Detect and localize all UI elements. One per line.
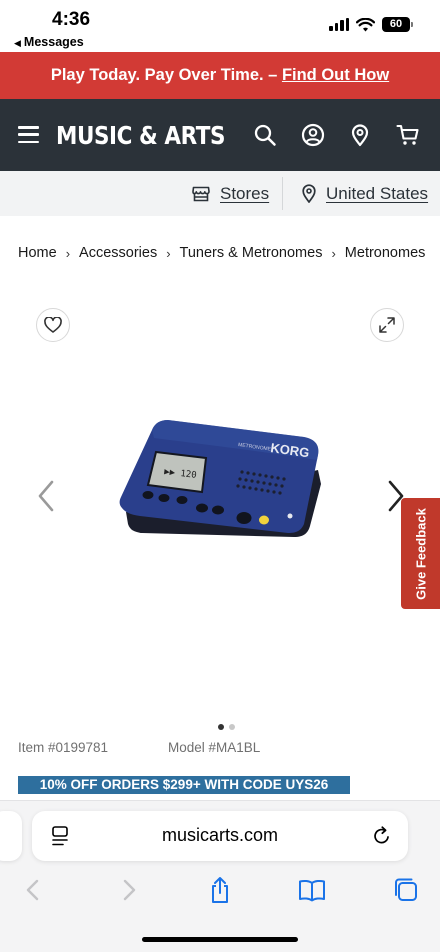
country-selector[interactable]: United States [302,171,428,216]
previous-tab-preview[interactable] [0,811,22,861]
store-bar-divider [282,177,283,210]
status-bar: 4:36 ◀ Messages 60 [0,0,440,52]
promo-link[interactable]: Find Out How [282,66,389,84]
tabs-icon[interactable] [392,876,420,904]
share-icon[interactable] [206,876,234,904]
promo-text: Play Today. Pay Over Time. – [50,66,282,84]
previous-image-arrow[interactable] [36,478,56,514]
wifi-icon [356,17,375,31]
cart-icon[interactable] [396,123,420,147]
cellular-signal-icon [329,18,349,31]
expand-image-button[interactable] [370,308,404,342]
stores-label: Stores [220,183,270,203]
chevron-right-icon: › [331,245,336,261]
forward-icon[interactable] [114,876,142,904]
breadcrumb-metronomes[interactable]: Metronomes [345,245,426,261]
location-pin-icon[interactable] [348,123,372,147]
store-locator-bar: Stores United States [0,171,440,216]
stores-link[interactable]: Stores [192,171,269,216]
back-triangle-icon: ◀ [14,38,21,48]
wishlist-button[interactable] [36,308,70,342]
breadcrumb-accessories[interactable]: Accessories [79,245,157,261]
bookmarks-icon[interactable] [298,876,326,904]
chevron-right-icon: › [166,245,171,261]
back-to-messages[interactable]: ◀ Messages [14,35,84,49]
site-header: MUSIC & ARTS [0,99,440,171]
location-pin-icon [302,184,316,203]
menu-icon[interactable] [18,126,39,143]
give-feedback-tab[interactable]: Give Feedback [401,498,440,609]
pagination-dot[interactable] [229,724,235,730]
promo-code-banner: 10% OFF ORDERS $299+ WITH CODE UYS26 [18,776,350,794]
heart-icon [44,317,62,333]
status-icons: 60 [329,17,413,32]
reload-icon[interactable] [372,825,392,847]
promo-banner: Play Today. Pay Over Time. – Find Out Ho… [0,52,440,99]
chevron-right-icon: › [65,245,71,261]
image-pagination [218,724,235,730]
expand-icon [379,317,395,333]
feedback-label: Give Feedback [413,507,428,600]
back-label: Messages [23,35,84,49]
account-icon[interactable] [301,123,325,147]
battery-indicator: 60 [382,17,413,32]
item-number: Item #0199781 [18,740,109,755]
safari-toolbar: musicarts.com [0,800,440,952]
breadcrumb-home[interactable]: Home [18,245,57,261]
url-text: musicarts.com [161,825,278,845]
back-icon[interactable] [20,876,48,904]
status-time: 4:36 [52,9,91,30]
product-image[interactable]: ▶▶ 120 KORG METRONOME [118,412,324,542]
country-label: United States [326,183,429,203]
pagination-dot-active[interactable] [218,724,224,730]
model-number: Model #MA1BL [168,740,261,755]
storefront-icon [192,186,210,201]
address-bar[interactable]: musicarts.com [32,811,408,861]
breadcrumb: Home › Accessories › Tuners & Metronomes… [18,245,425,261]
home-indicator[interactable] [142,937,298,942]
search-icon[interactable] [253,123,277,147]
site-logo[interactable]: MUSIC & ARTS [56,121,225,150]
breadcrumb-tuners-metronomes[interactable]: Tuners & Metronomes [180,245,323,261]
